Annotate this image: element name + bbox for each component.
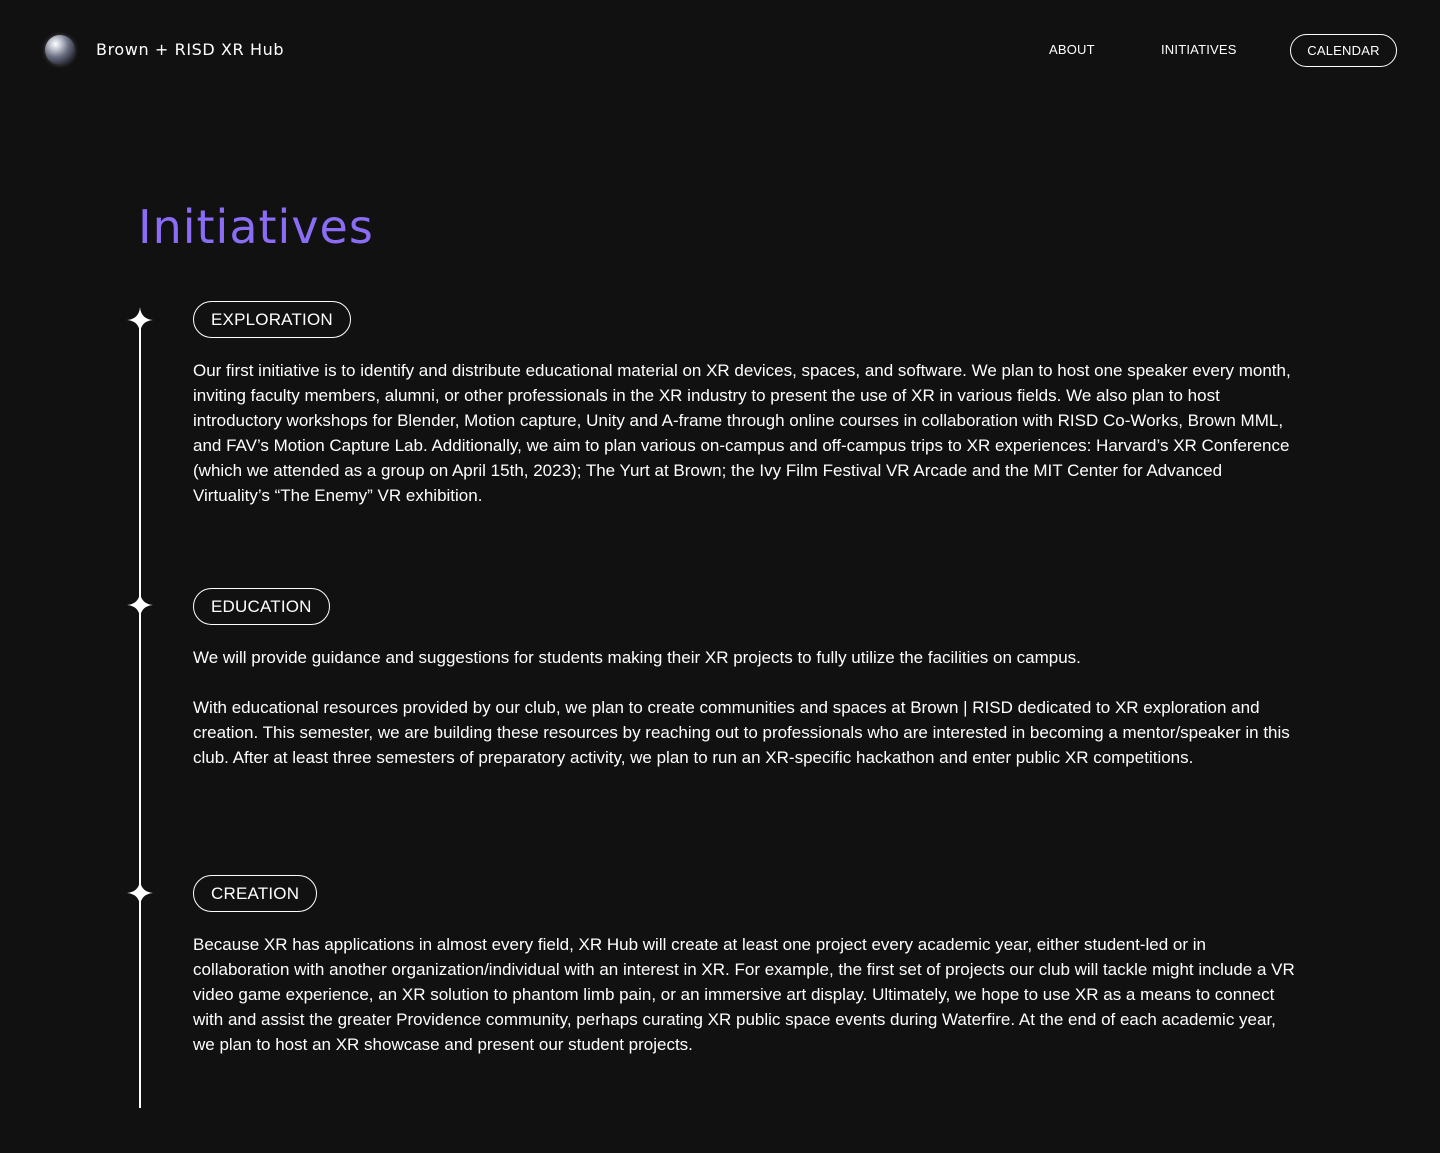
globe-orb-icon[interactable] [45,35,75,65]
section-tag-exploration: EXPLORATION [193,301,351,338]
section-tag-education: EDUCATION [193,588,330,625]
exploration-paragraph: Our first initiative is to identify and … [193,361,1291,505]
site-header: Brown + RISD XR Hub ABOUT INITIATIVES CA… [0,0,1440,100]
education-paragraph-2: With educational resources provided by o… [193,698,1290,767]
timeline-star-icon [127,592,153,618]
timeline-line [139,320,141,1108]
page-title: Initiatives [138,200,374,254]
nav-initiatives-link[interactable]: INITIATIVES [1161,42,1237,57]
creation-paragraph: Because XR has applications in almost ev… [193,935,1295,1054]
section-tag-creation: CREATION [193,875,318,912]
site-brand[interactable]: Brown + RISD XR Hub [96,40,284,59]
nav-calendar-button[interactable]: CALENDAR [1290,34,1397,67]
timeline-star-icon [127,307,153,333]
education-paragraph-1: We will provide guidance and suggestions… [193,648,1081,667]
nav-about-link[interactable]: ABOUT [1049,42,1095,57]
timeline-star-icon [127,880,153,906]
